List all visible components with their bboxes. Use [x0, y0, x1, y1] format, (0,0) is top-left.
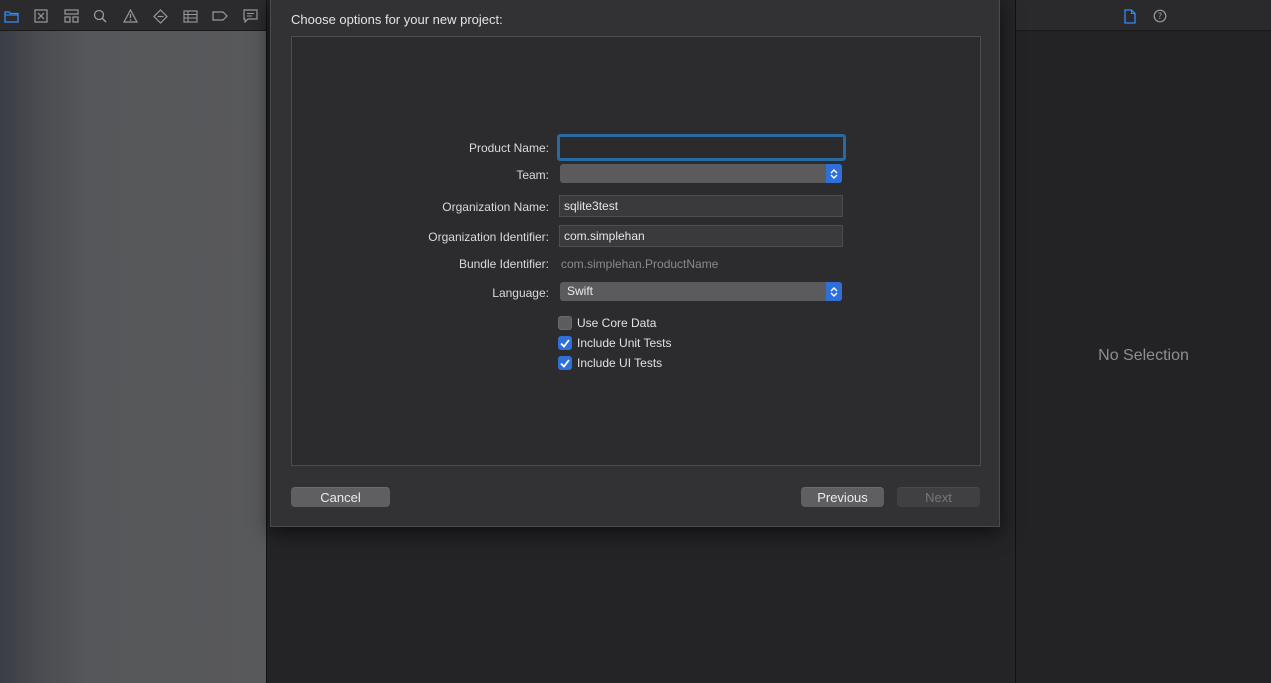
include-unit-tests-checkbox[interactable]: Include Unit Tests — [558, 335, 672, 351]
comment-icon[interactable] — [240, 6, 260, 26]
options-panel: Product Name: Team: Organization Name: s… — [291, 36, 981, 466]
organization-identifier-field[interactable]: com.simplehan — [559, 225, 843, 247]
bundle-identifier-value: com.simplehan.ProductName — [561, 257, 719, 271]
inspector-pane: ? No Selection — [1016, 0, 1271, 683]
tag-icon[interactable] — [210, 6, 230, 26]
chevron-up-down-icon — [826, 282, 842, 301]
language-label: Language: — [492, 286, 549, 300]
include-ui-tests-checkbox[interactable]: Include UI Tests — [558, 355, 662, 371]
help-icon[interactable]: ? — [1150, 6, 1170, 26]
previous-button[interactable]: Previous — [801, 487, 884, 507]
bundle-identifier-label: Bundle Identifier: — [458, 257, 549, 271]
language-value: Swift — [567, 284, 594, 298]
chevron-up-down-icon — [826, 164, 842, 183]
product-name-label: Product Name: — [468, 141, 549, 155]
svg-text:?: ? — [1158, 12, 1163, 22]
product-name-field[interactable] — [557, 134, 846, 161]
language-popup[interactable]: Swift — [560, 282, 842, 301]
checkmark-icon — [558, 356, 572, 370]
include-unit-tests-label: Include Unit Tests — [577, 336, 672, 350]
inspector-toolbar: ? — [1016, 0, 1271, 31]
checkmark-icon — [558, 336, 572, 350]
checkbox-unchecked-icon — [558, 316, 572, 330]
organization-identifier-label: Organization Identifier: — [428, 230, 549, 244]
navigator-toolbar — [0, 0, 266, 31]
sheet-title: Choose options for your new project: — [291, 12, 503, 27]
search-icon[interactable] — [90, 6, 110, 26]
team-label: Team: — [516, 168, 549, 182]
x-square-icon[interactable] — [31, 6, 51, 26]
list-icon[interactable] — [180, 6, 200, 26]
warning-icon[interactable] — [120, 6, 140, 26]
hierarchy-icon[interactable] — [61, 6, 81, 26]
diamond-icon[interactable] — [150, 6, 170, 26]
organization-name-label: Organization Name: — [442, 200, 549, 214]
file-icon[interactable] — [1120, 6, 1140, 26]
cancel-button[interactable]: Cancel — [291, 487, 390, 507]
next-button[interactable]: Next — [897, 487, 980, 507]
navigator-pane — [0, 0, 266, 683]
folder-icon[interactable] — [1, 6, 21, 26]
use-core-data-checkbox[interactable]: Use Core Data — [558, 315, 656, 331]
include-ui-tests-label: Include UI Tests — [577, 356, 663, 370]
team-popup[interactable] — [560, 164, 842, 183]
new-project-sheet: Choose options for your new project: Pro… — [270, 0, 1000, 527]
no-selection-label: No Selection — [1098, 347, 1189, 364]
use-core-data-label: Use Core Data — [577, 316, 657, 330]
organization-name-field[interactable]: sqlite3test — [559, 195, 843, 217]
